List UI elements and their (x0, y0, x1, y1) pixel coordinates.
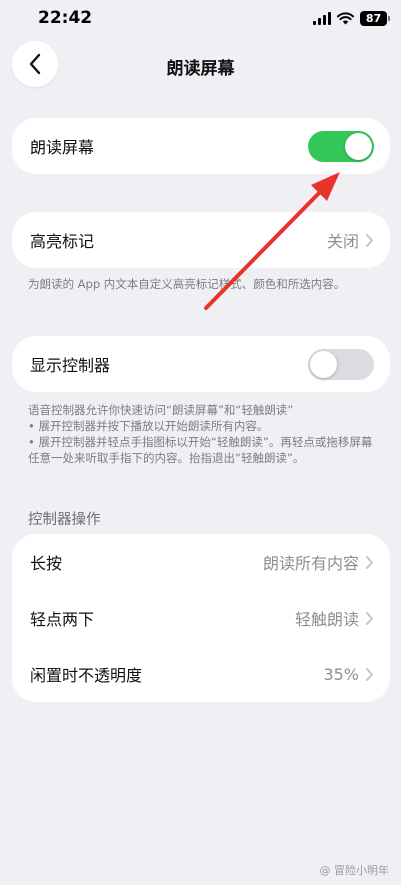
watermark: @ 冒险小明年 (320, 862, 390, 878)
highlight-footnote: 为朗读的 App 内文本自定义高亮标记样式、颜色和所选内容。 (28, 277, 346, 291)
action-label: 轻点两下 (30, 610, 95, 629)
action-value: 35% (323, 664, 359, 684)
speak-screen-label: 朗读屏幕 (30, 138, 95, 157)
chevron-right-icon (366, 233, 373, 247)
action-value-group: 朗读所有内容 (263, 550, 374, 574)
action-row-long-press[interactable]: 长按 朗读所有内容 (12, 534, 390, 590)
action-label: 长按 (30, 554, 63, 573)
section-header: 控制器操作 (28, 512, 101, 528)
chevron-right-icon (366, 611, 373, 625)
controller-footnote: 语音控制器允许你快速访问“朗读屏幕”和“轻触朗读” • 展开控制器并按下播放以开… (28, 402, 374, 466)
controller-footnote-line: • 展开控制器并按下播放以开始朗读所有内容。 (28, 419, 269, 433)
highlight-card: 高亮标记 关闭 (12, 212, 390, 268)
action-label: 闲置时不透明度 (30, 666, 143, 685)
highlight-label: 高亮标记 (30, 232, 95, 251)
highlight-row[interactable]: 高亮标记 关闭 (12, 212, 390, 268)
toggle-knob (345, 132, 372, 160)
controller-card: 显示控制器 (12, 336, 390, 392)
speak-screen-toggle[interactable] (308, 130, 374, 162)
cellular-signal-icon (313, 11, 331, 25)
highlight-value: 关闭 (326, 232, 359, 251)
action-row-double-tap[interactable]: 轻点两下 轻触朗读 (12, 590, 390, 646)
highlight-value-group: 关闭 (327, 228, 374, 252)
status-time: 22:42 (38, 8, 93, 28)
action-row-idle-opacity[interactable]: 闲置时不透明度 35% (12, 646, 390, 702)
controller-label: 显示控制器 (30, 356, 111, 375)
watermark-text: @ 冒险小明年 (319, 864, 390, 877)
status-icons: 87 (313, 9, 390, 27)
action-value: 轻触朗读 (294, 610, 359, 629)
battery-icon: 87 (360, 10, 390, 26)
speak-screen-card: 朗读屏幕 (12, 118, 390, 174)
chevron-right-icon (366, 555, 373, 569)
controller-row: 显示控制器 (12, 336, 390, 392)
controller-footnote-line: 语音控制器允许你快速访问“朗读屏幕”和“轻触朗读” (28, 403, 294, 417)
chevron-right-icon (366, 667, 373, 681)
battery-level: 87 (365, 11, 382, 25)
status-bar: 22:42 87 (0, 0, 401, 40)
action-value: 朗读所有内容 (262, 554, 359, 573)
toggle-knob (310, 350, 337, 378)
actions-card: 长按 朗读所有内容 轻点两下 轻触朗读 闲置时不透明度 35% (12, 534, 390, 702)
wifi-icon (337, 11, 354, 24)
controller-footnote-line: • 展开控制器并轻点手指图标以开始“轻触朗读”。再轻点或拖移屏幕任意一处来听取手… (28, 435, 373, 465)
speak-screen-row: 朗读屏幕 (12, 118, 390, 174)
action-value-group: 轻触朗读 (295, 606, 374, 630)
page-title: 朗读屏幕 (166, 59, 235, 79)
controller-toggle[interactable] (308, 348, 374, 380)
action-value-group: 35% (323, 665, 374, 684)
